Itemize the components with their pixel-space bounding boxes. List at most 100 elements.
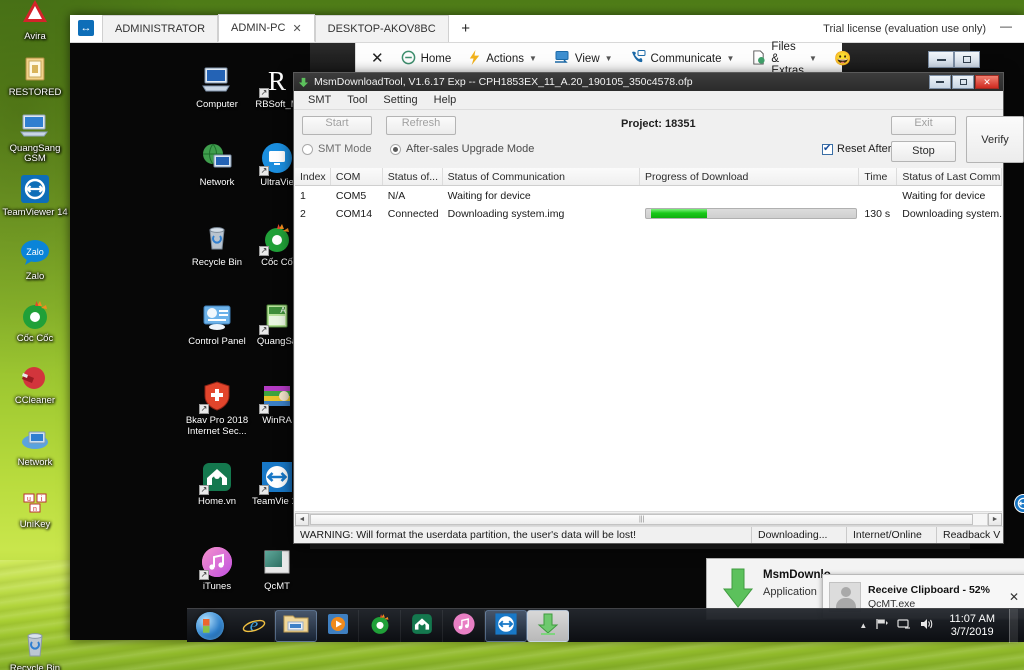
msm-maximize-button[interactable] <box>952 75 974 89</box>
menu-tool[interactable]: Tool <box>339 92 375 108</box>
checkbox-indicator <box>822 143 833 155</box>
toolbar-label: Actions <box>486 52 524 65</box>
taskbar-clock[interactable]: 11:07 AM 3/7/2019 <box>941 613 1001 639</box>
msm-titlebar[interactable]: MsmDownloadTool, V1.6.17 Exp -- CPH1853E… <box>294 73 1003 91</box>
menu-smt[interactable]: SMT <box>300 92 339 108</box>
taskbar-item-msm-download-tool[interactable] <box>527 609 569 642</box>
desktop-icon-teamviewer-14[interactable]: TeamViewer 14 <box>2 172 68 218</box>
desktop-icon-quangsang-gsm[interactable]: QuangSang GSM <box>2 108 68 164</box>
table-row[interactable]: 1 COM5 N/A Waiting for device Waiting fo… <box>295 189 1002 203</box>
start-button[interactable] <box>187 610 233 642</box>
new-tab-button[interactable]: + <box>449 15 483 42</box>
column-header-time[interactable]: Time <box>859 168 898 185</box>
desktop-icon-zalo[interactable]: Zalo Zalo <box>2 236 68 282</box>
network-flag-icon[interactable] <box>875 617 889 634</box>
table-row[interactable]: 2 COM14 Connected Downloading system.img… <box>295 206 1002 221</box>
cell-time: 130 s <box>864 207 891 220</box>
teamviewer-icon: ↗ <box>259 460 294 495</box>
exit-button[interactable]: Exit <box>891 116 956 135</box>
smt-mode-label: SMT Mode <box>318 143 372 155</box>
window-minimize-button[interactable]: — <box>1000 19 1024 42</box>
after-sales-upgrade-mode-radio[interactable]: After-sales Upgrade Mode <box>390 143 534 155</box>
verify-button[interactable]: Verify <box>966 116 1024 163</box>
msm-horizontal-scrollbar[interactable]: ◄ ||| ► <box>295 511 1002 526</box>
maximize-button[interactable] <box>954 51 980 68</box>
msm-minimize-button[interactable] <box>929 75 951 89</box>
taskbar-item-homevn[interactable] <box>401 609 443 642</box>
remote-icon-homevn[interactable]: ↗ Home.vn <box>188 460 246 508</box>
taskbar-item-internet-explorer[interactable]: e <box>233 609 275 642</box>
shortcut-overlay-icon: ↗ <box>259 166 269 176</box>
taskbar-item-teamviewer[interactable] <box>485 609 527 642</box>
status-readback: Readback V <box>943 529 1001 541</box>
remote-icon-recycle-bin[interactable]: Recycle Bin <box>188 221 246 269</box>
taskbar-item-media-player[interactable] <box>317 609 359 642</box>
taskbar-item-coccoc[interactable] <box>359 609 401 642</box>
toolbar-home-button[interactable]: Home <box>394 46 459 72</box>
desktop-icon-ccleaner[interactable]: CCleaner <box>2 360 68 406</box>
menu-setting[interactable]: Setting <box>375 92 425 108</box>
volume-icon[interactable] <box>919 617 933 634</box>
desktop-icon-avira[interactable]: Avira <box>2 0 68 42</box>
toolbar-smiley-button[interactable]: 😀 <box>827 46 858 71</box>
action-center-icon[interactable] <box>897 617 911 634</box>
tab-administrator[interactable]: ADMINISTRATOR <box>102 15 219 42</box>
windows-explorer-icon <box>283 613 309 638</box>
teamviewer-titlebar: ADMINISTRATOR ADMIN-PC ✕ DESKTOP-AKOV8BC… <box>70 14 1024 43</box>
background-window-controls[interactable] <box>928 51 980 68</box>
desktop-icon-recycle-bin[interactable]: Recycle Bin <box>2 628 68 670</box>
scrollbar-thumb[interactable]: ||| <box>310 513 974 525</box>
folder-icon <box>18 52 52 86</box>
tab-desktop-akov8bc[interactable]: DESKTOP-AKOV8BC <box>314 15 449 42</box>
desktop-icon-unikey[interactable]: uin UniKey <box>2 484 68 530</box>
smt-mode-radio[interactable]: SMT Mode <box>302 143 372 155</box>
remote-icon-qcmt[interactable]: QcMT <box>248 545 306 593</box>
remote-icon-network[interactable]: Network <box>188 141 246 189</box>
desktop-icon-network[interactable]: Network <box>2 422 68 468</box>
download-arrow-icon <box>298 77 309 88</box>
tab-close-icon[interactable]: ✕ <box>292 22 301 35</box>
cell-status: Connected <box>387 207 439 220</box>
teamviewer-icon <box>494 612 518 639</box>
remote-icon-bkav[interactable]: ↗ Bkav Pro 2018 Internet Sec... <box>181 379 253 437</box>
toolbar-communicate-button[interactable]: Communicate ▼ <box>623 46 742 71</box>
menu-help[interactable]: Help <box>426 92 465 108</box>
homevn-icon <box>410 612 434 639</box>
cell-com: COM14 <box>335 207 373 220</box>
tab-admin-pc[interactable]: ADMIN-PC ✕ <box>218 14 315 42</box>
stop-button[interactable]: Stop <box>891 141 956 162</box>
column-header-index[interactable]: Index <box>295 168 331 185</box>
shortcut-overlay-icon: ↗ <box>259 246 269 256</box>
refresh-button[interactable]: Refresh <box>386 116 456 135</box>
network-icon <box>200 141 234 175</box>
start-button[interactable]: Start <box>302 116 372 135</box>
taskbar-item-windows-explorer[interactable] <box>275 609 317 642</box>
remote-icon-label: Control Panel <box>188 336 246 347</box>
column-header-communication[interactable]: Status of Communication <box>443 168 641 185</box>
taskbar-item-itunes[interactable] <box>443 609 485 642</box>
minimize-button[interactable] <box>928 51 954 68</box>
rbsoft-icon: R ↗ <box>259 63 294 98</box>
show-desktop-button[interactable] <box>1009 608 1018 643</box>
column-header-last-communication[interactable]: Status of Last Communica <box>897 168 1002 185</box>
toolbar-view-button[interactable]: View ▼ <box>547 46 620 71</box>
toast-close-icon[interactable]: ✕ <box>1005 590 1023 604</box>
remote-icon-control-panel[interactable]: Control Panel <box>183 300 251 348</box>
desktop-icon-restored[interactable]: RESTORED <box>2 52 68 98</box>
toolbar-actions-button[interactable]: Actions ▼ <box>461 46 544 72</box>
desktop-icon-coccoc[interactable]: Cốc Cốc <box>2 298 68 344</box>
scroll-right-arrow-icon[interactable]: ► <box>988 512 1002 526</box>
scrollbar-track[interactable]: ||| <box>309 512 988 526</box>
close-session-button[interactable]: ✕ <box>364 49 391 69</box>
column-header-status[interactable]: Status of... <box>383 168 443 185</box>
column-header-com[interactable]: COM <box>331 168 383 185</box>
column-header-progress[interactable]: Progress of Download <box>640 168 860 185</box>
ultraviewer-icon: ↗ <box>259 141 294 176</box>
view-monitor-icon <box>554 50 570 67</box>
msm-close-button[interactable]: ✕ <box>975 75 999 89</box>
remote-icon-computer[interactable]: Computer <box>188 63 246 111</box>
scroll-left-arrow-icon[interactable]: ◄ <box>295 512 309 526</box>
toast-progress-indicator <box>839 602 851 607</box>
remote-icon-itunes[interactable]: ↗ iTunes <box>188 545 246 593</box>
show-hidden-icons-icon[interactable]: ▲ <box>859 621 867 630</box>
